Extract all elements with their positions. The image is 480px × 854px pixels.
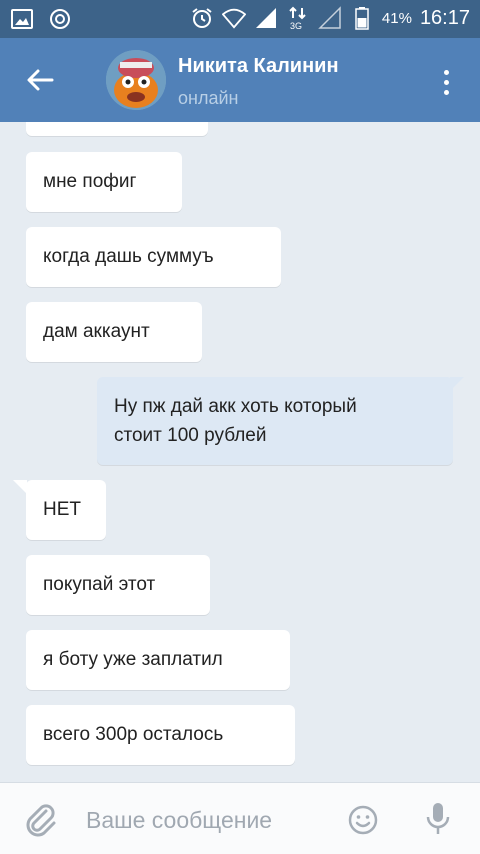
battery-percent: 41% [381,9,412,27]
message-bubble[interactable]: мне пофиг [26,152,182,212]
message-bubble[interactable]: когда дашь суммуъ [26,227,281,287]
contact-status: онлайн [178,88,239,108]
message-input[interactable] [86,803,326,837]
alarm-icon [192,8,212,28]
paperclip-icon[interactable] [24,803,58,837]
message-text: НЕТ [43,499,81,520]
arrow-left-icon [27,69,54,91]
message-text: дам аккаунт [43,321,150,342]
message-text: всего 300р осталось [43,724,224,745]
battery-icon [355,7,369,30]
outgoing-message-bubble[interactable]: Ну пж дай акк хоть который стоит 100 руб… [97,377,453,465]
status-bar: 3G 41% 16:17 [0,0,480,38]
back-button[interactable] [18,60,62,100]
more-menu-button[interactable] [432,64,460,100]
message-list[interactable]: мне пофиг когда дашь суммуъ дам аккаунт … [0,122,480,782]
message-bubble[interactable]: НЕТ [26,480,106,540]
data-arrows-icon: 3G [289,6,306,30]
signal-empty-icon [318,6,341,29]
more-vert-icon [443,69,449,75]
clock: 16:17 [419,6,470,29]
avatar[interactable] [106,50,166,110]
message-text-line2: стоит 100 рублей [114,425,267,446]
message-text: покупай этот [43,574,156,595]
bubble-tail [450,377,464,391]
message-bubble[interactable] [26,122,208,136]
wifi-icon [221,8,246,29]
microphone-icon[interactable] [424,801,452,837]
message-bubble[interactable]: покупай этот [26,555,210,615]
bubble-tail [13,480,27,494]
contact-name[interactable]: Никита Калинин [178,55,339,78]
smiley-icon[interactable] [347,804,379,836]
signal-icon [255,8,276,28]
message-bubble[interactable]: дам аккаунт [26,302,202,362]
message-bubble[interactable]: всего 300р осталось [26,705,295,765]
message-bubble[interactable]: я боту уже заплатил [26,630,290,690]
message-composer [0,782,480,854]
message-text-line1: Ну пж дай акк хоть который [114,396,357,417]
message-text: я боту уже заплатил [43,649,223,670]
chat-header: Никита Калинин онлайн [0,38,480,122]
gallery-icon [11,9,33,29]
avatar-image [106,50,166,110]
message-text: когда дашь суммуъ [43,246,214,267]
sync-icon [50,9,70,29]
svg-text:3G: 3G [290,21,302,30]
message-text: мне пофиг [43,171,137,192]
